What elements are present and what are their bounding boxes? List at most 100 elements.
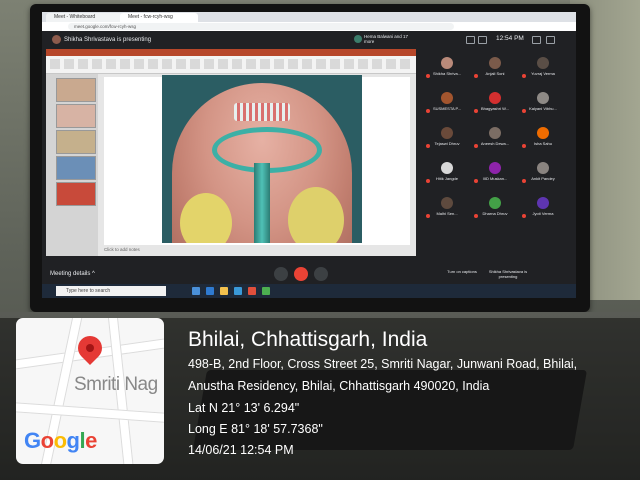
muted-mic-icon bbox=[522, 74, 526, 78]
rangoli-pattern bbox=[254, 163, 270, 243]
participant-tile[interactable]: IIID Muskan... bbox=[474, 156, 516, 188]
participant-name: Kalyani Vibhu... bbox=[529, 106, 557, 111]
participant-name: Tejaswi Dhruv bbox=[434, 141, 460, 146]
participant-tile[interactable]: Anjali Soni bbox=[474, 51, 516, 83]
clock: 12:54 PM bbox=[496, 35, 524, 42]
activities-icon[interactable] bbox=[532, 36, 541, 44]
participant-avatar bbox=[441, 197, 453, 209]
participant-name: Hitik Jangde bbox=[435, 176, 458, 181]
participant-tile[interactable]: Kalyani Vibhu... bbox=[522, 86, 564, 118]
presenting-button[interactable]: Shikha Shrivastava is presenting bbox=[488, 269, 528, 279]
ppt-title-bar bbox=[46, 49, 416, 56]
hangup-button[interactable] bbox=[294, 267, 308, 281]
powerpoint-icon[interactable] bbox=[248, 287, 256, 295]
participant-tile[interactable]: Aneesh Dewa... bbox=[474, 121, 516, 153]
latitude: Lat N 21° 13' 6.294" bbox=[188, 401, 300, 415]
participant-tile[interactable]: Bhagyashri W... bbox=[474, 86, 516, 118]
muted-mic-icon bbox=[474, 179, 478, 183]
shared-presentation: Click to add notes bbox=[46, 49, 416, 256]
chrome-icon[interactable] bbox=[262, 287, 270, 295]
browser-tab-active[interactable]: Meet - fcw-rcyh-wsg bbox=[120, 13, 198, 22]
ppt-ribbon bbox=[46, 49, 416, 74]
windows-taskbar: Type here to search bbox=[42, 284, 576, 298]
meet-bottom-bar: Meeting details ^ Turn on captions Shikh… bbox=[42, 264, 576, 284]
map-street bbox=[16, 401, 164, 425]
rangoli-photo bbox=[162, 75, 362, 243]
longitude: Long E 81° 18' 57.7368" bbox=[188, 422, 323, 436]
account-icon[interactable] bbox=[546, 36, 555, 44]
google-logo: Google bbox=[24, 428, 97, 453]
meeting-details[interactable]: Meeting details ^ bbox=[50, 271, 95, 277]
participant-avatar bbox=[537, 197, 549, 209]
participant-tile[interactable]: Jyoti Verma bbox=[522, 191, 564, 223]
chat-icon[interactable] bbox=[478, 36, 487, 44]
muted-mic-icon bbox=[426, 109, 430, 113]
participant-name: Bhagyashri W... bbox=[480, 106, 509, 111]
participant-avatar bbox=[537, 162, 549, 174]
participant-avatar bbox=[441, 92, 453, 104]
people-icon[interactable] bbox=[466, 36, 475, 44]
participant-name: Isha Sahu bbox=[533, 141, 552, 146]
browser-tab-bar: Meet - Whiteboard Meet - fcw-rcyh-wsg bbox=[42, 12, 576, 22]
participant-name: Ankit Pandey bbox=[531, 176, 555, 181]
rangoli-pattern bbox=[180, 193, 232, 243]
slide-thumb[interactable] bbox=[56, 156, 96, 180]
muted-mic-icon bbox=[426, 179, 430, 183]
participant-avatar bbox=[537, 127, 549, 139]
screen: Meet - Whiteboard Meet - fcw-rcyh-wsg me… bbox=[42, 12, 576, 298]
camera-button[interactable] bbox=[314, 267, 328, 281]
url-field[interactable]: meet.google.com/fcw-rcyh-wsg bbox=[68, 23, 454, 30]
location-title: Bhilai, Chhattisgarh, India bbox=[188, 328, 428, 351]
participant-tile[interactable]: Ankit Pandey bbox=[522, 156, 564, 188]
participant-avatar bbox=[489, 57, 501, 69]
participant-tile[interactable]: Yuvraj Verma bbox=[522, 51, 564, 83]
participant-tile[interactable]: Dharna Dhruv bbox=[474, 191, 516, 223]
participant-name: Anjali Soni bbox=[485, 71, 505, 76]
muted-mic-icon bbox=[426, 214, 430, 218]
participant-avatar bbox=[489, 162, 501, 174]
capture-datetime: 14/06/21 12:54 PM bbox=[188, 443, 294, 457]
participant-name: SUSMESTA P... bbox=[432, 106, 462, 111]
captions-button[interactable]: Turn on captions bbox=[442, 269, 482, 274]
muted-mic-icon bbox=[474, 144, 478, 148]
participant-name: Shikha Shriva... bbox=[432, 71, 461, 76]
taskbar-search[interactable]: Type here to search bbox=[56, 286, 166, 296]
participant-avatar bbox=[441, 57, 453, 69]
muted-mic-icon bbox=[522, 179, 526, 183]
participants-grid: Shikha Shriva... Anjali Soni Yuvraj Verma S… bbox=[422, 49, 572, 263]
presenter-avatar bbox=[52, 35, 61, 44]
participant-tile[interactable]: Shikha Shriva... bbox=[426, 51, 468, 83]
participant-avatar bbox=[489, 197, 501, 209]
participant-tile[interactable]: Tejaswi Dhruv bbox=[426, 121, 468, 153]
taskview-icon[interactable] bbox=[192, 287, 200, 295]
participant-name: Aneesh Dewa... bbox=[480, 141, 510, 146]
add-notes[interactable]: Click to add notes bbox=[104, 247, 140, 252]
rangoli-image bbox=[172, 83, 352, 243]
slide-thumb[interactable] bbox=[56, 78, 96, 102]
slide-thumb[interactable] bbox=[56, 130, 96, 154]
muted-mic-icon bbox=[522, 109, 526, 113]
mic-button[interactable] bbox=[274, 267, 288, 281]
participant-tile[interactable]: Hitik Jangde bbox=[426, 156, 468, 188]
participant-name: Jyoti Verma bbox=[532, 211, 554, 216]
participant-avatar bbox=[489, 127, 501, 139]
participant-tile[interactable]: Malhi Sen... bbox=[426, 191, 468, 223]
participant-name: Dharna Dhruv bbox=[482, 211, 508, 216]
participant-tile[interactable]: Isha Sahu bbox=[522, 121, 564, 153]
slide-thumb[interactable] bbox=[56, 182, 96, 206]
slide-thumb[interactable] bbox=[56, 104, 96, 128]
slide-thumbnails bbox=[46, 74, 98, 256]
browser-tab[interactable]: Meet - Whiteboard bbox=[46, 13, 124, 22]
participant-tile[interactable]: SUSMESTA P... bbox=[426, 86, 468, 118]
explorer-icon[interactable] bbox=[220, 287, 228, 295]
monitor: Meet - Whiteboard Meet - fcw-rcyh-wsg me… bbox=[30, 4, 590, 312]
rangoli-pattern bbox=[288, 187, 344, 243]
participant-name: Malhi Sen... bbox=[436, 211, 458, 216]
presenting-banner: Shikha Shrivastava is presenting bbox=[52, 35, 151, 44]
participant-name: IIID Muskan... bbox=[482, 176, 508, 181]
edge-icon[interactable] bbox=[206, 287, 214, 295]
muted-mic-icon bbox=[474, 74, 478, 78]
map-thumbnail: Smriti Nag Google bbox=[16, 318, 164, 464]
muted-mic-icon bbox=[474, 214, 478, 218]
store-icon[interactable] bbox=[234, 287, 242, 295]
